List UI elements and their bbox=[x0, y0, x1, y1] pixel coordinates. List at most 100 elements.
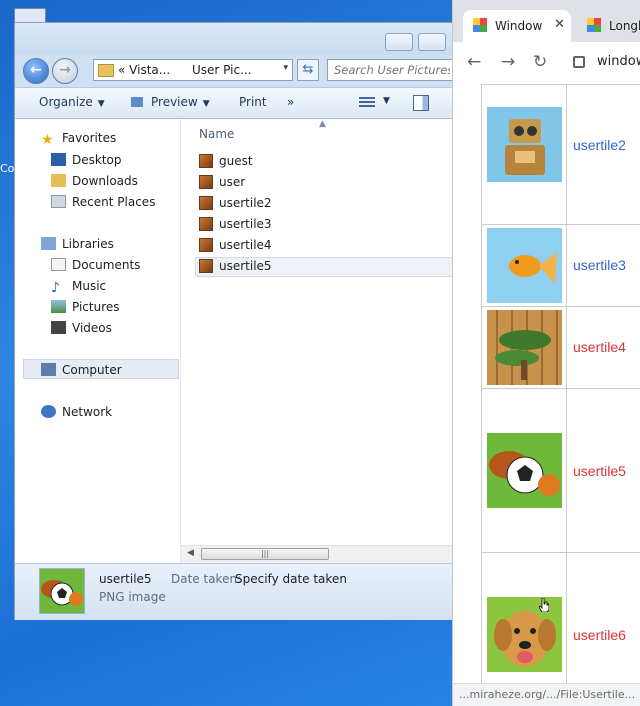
browser-window: Window ✕ Longh ← → ↻ window bbox=[452, 0, 640, 706]
search-input[interactable] bbox=[328, 60, 456, 80]
nav-recent-places[interactable]: Recent Places bbox=[51, 195, 155, 209]
address-bar[interactable]: « Vista... User Pic... ▾ bbox=[93, 59, 293, 81]
image-cell bbox=[481, 553, 567, 693]
desktop-icon-label: Co bbox=[0, 162, 15, 175]
table-row: usertile4 bbox=[481, 306, 640, 389]
close-tab-icon[interactable]: ✕ bbox=[554, 17, 565, 32]
scrollbar-thumb[interactable]: ||| bbox=[201, 548, 329, 560]
refresh-button[interactable]: ⇆ bbox=[297, 59, 319, 81]
sports-balls-image[interactable] bbox=[487, 433, 562, 508]
image-cell bbox=[481, 225, 567, 307]
row-label-link[interactable]: usertile4 bbox=[573, 339, 626, 355]
preview-pane-icon[interactable] bbox=[413, 95, 429, 111]
print-button[interactable]: Print bbox=[239, 95, 267, 109]
image-file-icon bbox=[199, 259, 213, 273]
desktop-icon bbox=[51, 153, 66, 166]
image-file-icon bbox=[199, 175, 213, 189]
lock-icon[interactable] bbox=[573, 56, 585, 68]
puppy-image[interactable] bbox=[487, 597, 562, 672]
organize-button[interactable]: Organize ▼ bbox=[39, 95, 105, 109]
file-item[interactable]: user bbox=[199, 175, 245, 189]
nav-music[interactable]: ♪ Music bbox=[51, 279, 106, 296]
detail-date-label: Date taken: bbox=[171, 572, 242, 586]
detail-file-name: usertile5 bbox=[99, 572, 152, 586]
computer-icon bbox=[41, 363, 56, 376]
image-cell bbox=[481, 389, 567, 553]
tab-inactive[interactable]: Longh bbox=[577, 10, 640, 42]
back-arrow-icon: ← bbox=[30, 62, 42, 78]
maximize-button[interactable] bbox=[418, 33, 446, 51]
minimize-button[interactable] bbox=[385, 33, 413, 51]
file-item-selected[interactable]: usertile5 bbox=[199, 259, 272, 273]
details-pane: usertile5 PNG image Date taken: Specify … bbox=[15, 563, 461, 620]
horizontal-scrollbar[interactable]: ◀ ||| bbox=[181, 545, 461, 563]
goldfish-image[interactable] bbox=[487, 228, 562, 303]
reload-icon[interactable]: ↻ bbox=[533, 52, 547, 72]
table-row: usertile6 bbox=[481, 552, 640, 693]
preview-button[interactable]: Preview ▼ bbox=[151, 95, 210, 109]
tab-title: Longh bbox=[609, 19, 640, 33]
breadcrumb-vista[interactable]: « Vista... bbox=[118, 63, 170, 77]
address-dropdown-icon[interactable]: ▾ bbox=[283, 63, 288, 73]
scroll-left-icon[interactable]: ◀ bbox=[187, 548, 194, 558]
image-file-icon bbox=[199, 196, 213, 210]
back-button[interactable]: ← bbox=[23, 58, 49, 84]
file-item[interactable]: usertile2 bbox=[199, 196, 272, 210]
browser-toolbar: ← → ↻ window bbox=[453, 42, 640, 85]
navigation-pane: ★ Favorites Desktop Downloads Recent Plac… bbox=[15, 119, 181, 565]
detail-date-value[interactable]: Specify date taken bbox=[235, 572, 347, 586]
recent-places-icon bbox=[51, 195, 66, 208]
search-box[interactable] bbox=[327, 59, 457, 81]
view-dropdown-icon[interactable]: ▼ bbox=[383, 96, 390, 106]
breadcrumb-user-pictures[interactable]: User Pic... bbox=[192, 63, 252, 77]
nav-desktop[interactable]: Desktop bbox=[51, 153, 122, 167]
videos-icon bbox=[51, 321, 66, 334]
pictures-icon bbox=[51, 300, 66, 313]
more-commands-button[interactable]: » bbox=[287, 95, 294, 109]
image-file-icon bbox=[199, 217, 213, 231]
detail-file-type: PNG image bbox=[99, 590, 166, 604]
music-icon: ♪ bbox=[51, 280, 60, 296]
back-icon[interactable]: ← bbox=[467, 52, 481, 72]
row-label-link[interactable]: usertile3 bbox=[573, 257, 626, 273]
file-item[interactable]: usertile4 bbox=[199, 238, 272, 252]
documents-icon bbox=[51, 258, 66, 271]
favicon-icon bbox=[587, 18, 601, 32]
row-label-link[interactable]: usertile2 bbox=[573, 137, 626, 153]
nav-favorites[interactable]: ★ Favorites bbox=[41, 131, 116, 148]
network-icon bbox=[41, 405, 56, 418]
nav-downloads[interactable]: Downloads bbox=[51, 174, 138, 188]
robot-image[interactable] bbox=[487, 107, 562, 182]
nav-computer[interactable]: Computer bbox=[41, 363, 122, 377]
file-list-pane: Name ▲ guest user usertile2 usertile3 us… bbox=[181, 119, 461, 565]
row-label-link[interactable]: usertile5 bbox=[573, 463, 626, 479]
row-label-link[interactable]: usertile6 bbox=[573, 627, 626, 643]
star-icon: ★ bbox=[41, 132, 54, 148]
table-row: usertile2 bbox=[481, 84, 640, 225]
file-item[interactable]: guest bbox=[199, 154, 253, 168]
nav-documents[interactable]: Documents bbox=[51, 258, 140, 272]
column-header-name[interactable]: Name bbox=[199, 127, 234, 141]
favicon-icon bbox=[473, 18, 487, 32]
tab-active[interactable]: Window ✕ bbox=[463, 10, 571, 42]
nav-pictures[interactable]: Pictures bbox=[51, 300, 120, 314]
file-item[interactable]: usertile3 bbox=[199, 217, 272, 231]
explorer-titlebar[interactable] bbox=[15, 23, 461, 55]
bonsai-image[interactable] bbox=[487, 310, 562, 385]
view-options-icon[interactable] bbox=[359, 97, 375, 109]
image-file-icon bbox=[199, 154, 213, 168]
forward-button[interactable]: → bbox=[52, 58, 78, 84]
nav-libraries[interactable]: Libraries bbox=[41, 237, 114, 251]
page-content: usertile2 usertile3 usertile4 usertile5 … bbox=[453, 84, 640, 693]
sort-ascending-icon: ▲ bbox=[319, 119, 326, 129]
tab-title: Window bbox=[495, 19, 543, 33]
table-row: usertile5 bbox=[481, 388, 640, 553]
downloads-icon bbox=[51, 174, 66, 187]
libraries-icon bbox=[41, 237, 56, 250]
tab-strip: Window ✕ Longh bbox=[453, 0, 640, 42]
nav-network[interactable]: Network bbox=[41, 405, 112, 419]
url-bar[interactable]: window bbox=[597, 54, 640, 69]
explorer-window: ← → « Vista... User Pic... ▾ ⇆ Organize▼… bbox=[14, 22, 462, 620]
forward-icon[interactable]: → bbox=[501, 52, 515, 72]
nav-videos[interactable]: Videos bbox=[51, 321, 112, 335]
